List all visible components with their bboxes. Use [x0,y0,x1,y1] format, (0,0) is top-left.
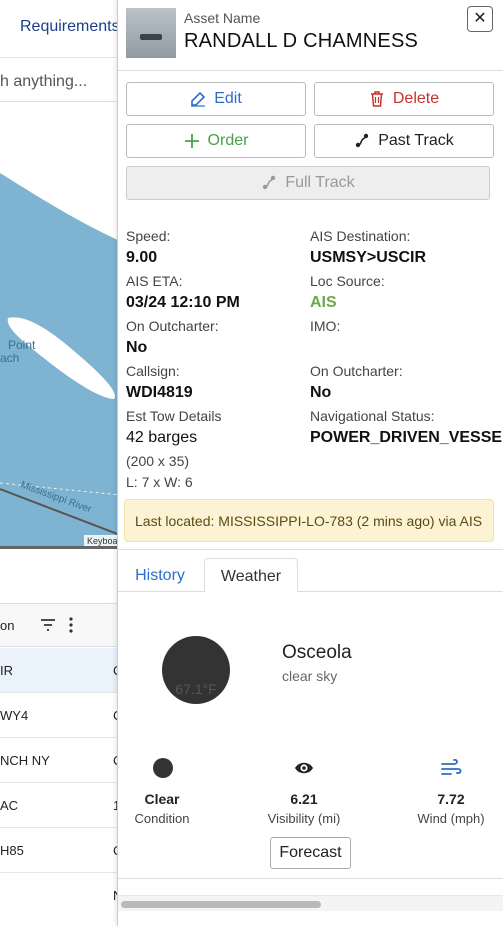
panel-header: Asset Name RANDALL D CHAMNESS ✕ [118,0,503,71]
grid-header: on [0,603,120,647]
tow-details-label: Est Tow Details [126,408,222,424]
close-button[interactable]: ✕ [467,6,493,32]
wind-icon [441,758,462,775]
plus-icon [184,134,199,148]
outcharter-label-2: On Outcharter: [310,363,403,379]
wind-label: Wind (mph) [417,811,485,826]
outcharter-value-2: No [310,384,332,401]
horizontal-scrollbar[interactable] [118,895,503,911]
weather-description: clear sky [282,668,338,684]
tow-length-width: L: 7 x W: 6 [126,474,193,490]
speed-value: 9.00 [126,249,158,266]
edit-label: Edit [214,90,242,107]
map-place-line2: ach [0,351,20,365]
visibility-label: Visibility (mi) [267,811,341,826]
cell: H85 [0,843,24,858]
delete-button[interactable]: Delete [314,82,494,116]
table-row[interactable]: NCH NYC [0,738,120,783]
background-app: Requirements h anything... Mississippi R… [0,0,120,926]
loc-source-value: AIS [310,294,337,311]
tow-barges-value: 42 barges [126,429,198,446]
route-icon [356,133,369,148]
nav-status-value: POWER_DRIVEN_VESSEL [310,429,503,446]
table-row[interactable]: N [0,873,120,918]
condition-icon [153,758,173,778]
ais-destination-value: USMSY>USCIR [310,249,427,266]
map-land-top [0,103,120,241]
cell: IR [0,663,13,678]
order-button[interactable]: Order [126,124,306,158]
scrollbar-thumb[interactable] [121,901,321,908]
condition-value: Clear [144,791,180,807]
imo-label: IMO: [310,318,341,334]
map-place-label: Point ach [0,339,35,365]
temperature: 67.1°F [175,681,217,697]
outcharter-value: No [126,339,148,356]
callsign-value: WDI4819 [126,384,193,401]
kebab-menu-icon[interactable] [68,617,74,633]
edit-button[interactable]: Edit [126,82,306,116]
detail-tabs: History Weather [118,556,503,593]
vessel-thumbnail [126,8,176,58]
full-track-button[interactable]: Full Track [126,166,490,200]
eye-icon [295,762,313,774]
weather-city: Osceola [282,642,352,663]
data-grid: on IRC WY4C NCH NYC AC1 H85C N [0,551,120,926]
last-located-alert: Last located: MISSISSIPPI-LO-783 (2 mins… [124,499,494,542]
nav-status-label: Navigational Status: [310,408,435,424]
ais-eta-value: 03/24 12:10 PM [126,294,240,311]
past-track-button[interactable]: Past Track [314,124,494,158]
speed-label: Speed: [126,228,171,244]
tab-weather[interactable]: Weather [204,558,298,593]
map-attribution[interactable]: Keyboa [84,535,120,546]
filter-icon[interactable] [40,618,56,632]
delete-label: Delete [392,90,440,107]
nav-requirements-link[interactable]: Requirements [20,18,120,36]
ais-eta-label: AIS ETA: [126,273,183,289]
asset-detail-panel: Asset Name RANDALL D CHAMNESS ✕ Edit Del… [117,0,503,926]
cell: WY4 [0,708,29,723]
tab-history[interactable]: History [122,558,198,593]
edit-icon [191,91,206,107]
map-view[interactable]: Mississippi River Point ach Keyboa [0,103,120,549]
table-row[interactable]: H85C [0,828,120,873]
tow-dimensions: (200 x 35) [126,453,190,469]
past-track-label: Past Track [378,132,454,149]
forecast-button[interactable]: Forecast [270,837,351,869]
wind-value: 7.72 [437,791,465,807]
loc-source-label: Loc Source: [310,273,385,289]
visibility-value: 6.21 [290,791,318,807]
search-bar[interactable]: h anything... [0,62,120,102]
callsign-label: Callsign: [126,363,180,379]
grid-header-label: on [0,618,15,633]
top-nav: Requirements [0,0,120,58]
full-track-label: Full Track [285,174,355,191]
outcharter-label: On Outcharter: [126,318,219,334]
table-row[interactable]: IRC [0,648,120,693]
asset-name-label: Asset Name [184,10,261,26]
condition-label: Condition [134,811,190,826]
divider [118,878,503,879]
route-icon [263,175,276,190]
order-label: Order [207,132,249,149]
divider [118,549,503,550]
table-row[interactable]: AC1 [0,783,120,828]
trash-icon [370,91,383,107]
asset-name: RANDALL D CHAMNESS [184,30,419,52]
table-row[interactable]: WY4C [0,693,120,738]
map-shapes: Mississippi River [0,103,120,536]
search-input[interactable]: h anything... [0,73,87,91]
ais-destination-label: AIS Destination: [310,228,411,244]
cell: AC [0,798,19,813]
cell: NCH NY [0,753,50,768]
